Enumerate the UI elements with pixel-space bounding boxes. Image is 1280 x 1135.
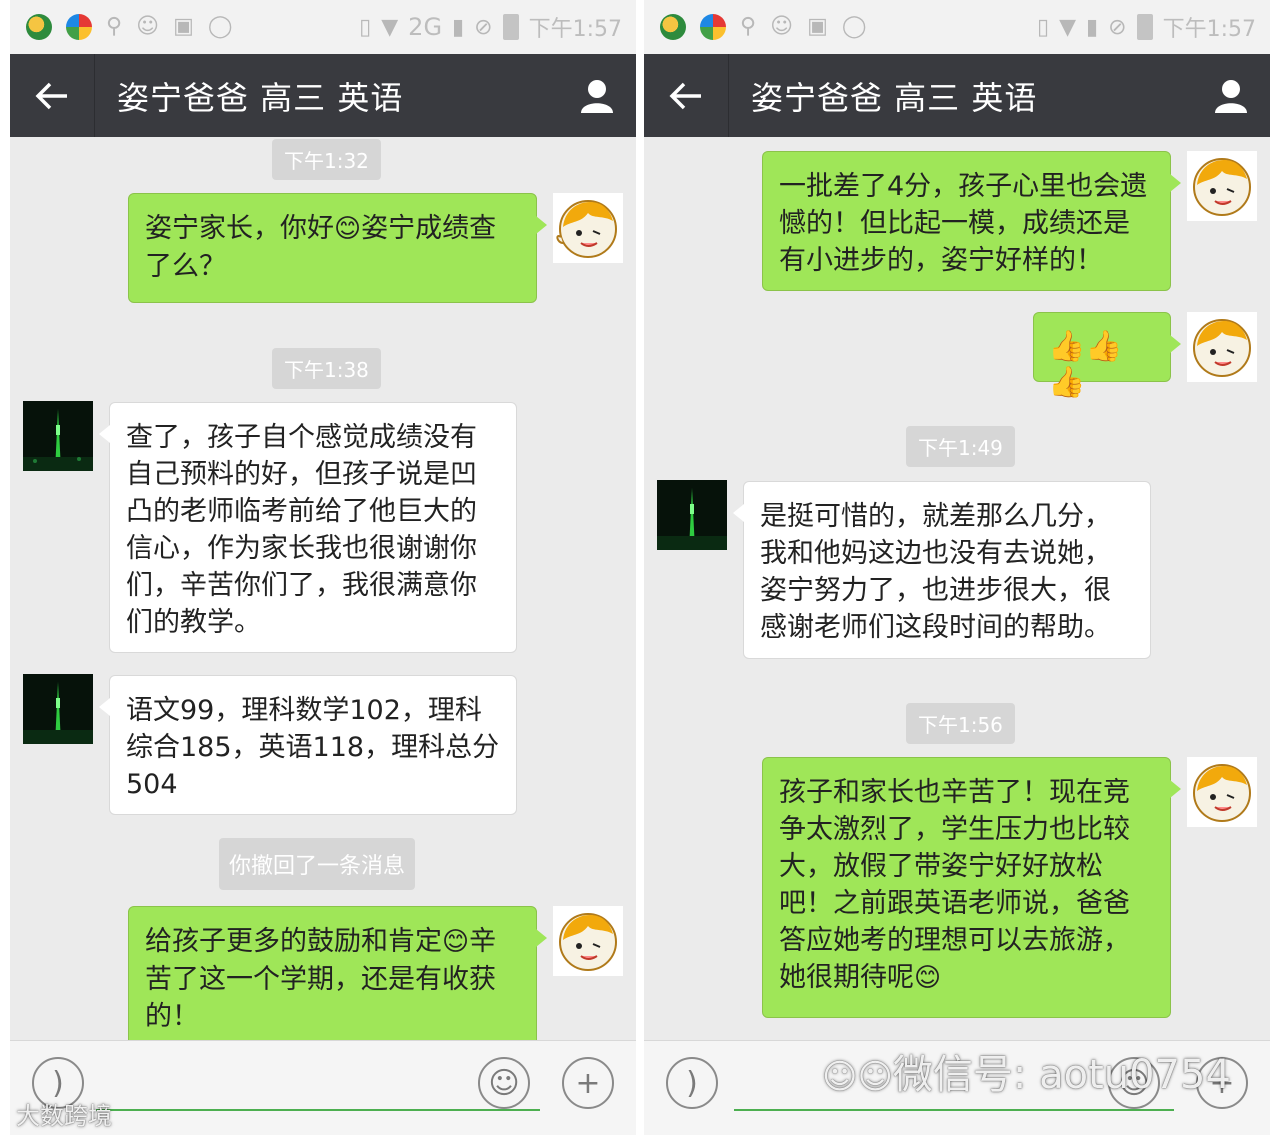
message-bubble-outgoing[interactable]: 一批差了4分，孩子心里也会遗憾的！但比起一模，成绩还是有小进步的，姿宁好样的！ xyxy=(762,151,1181,291)
smile-emoji: 😊 xyxy=(914,963,942,993)
message-text: 姿宁家长，你好 xyxy=(145,213,334,244)
message-input[interactable] xyxy=(96,1109,540,1111)
message-text: 孩子和家长也辛苦了！现在竞争太激烈了，学生压力也比较大，放假了带姿宁好好放松吧！… xyxy=(779,777,1130,993)
search-icon: ⚲ xyxy=(106,14,123,39)
clock: 下午1:57 xyxy=(528,17,622,42)
avatar-teacher[interactable] xyxy=(553,193,623,263)
emoji-button[interactable]: ☺ xyxy=(478,1057,530,1109)
timestamp: 下午1:49 xyxy=(906,426,1015,467)
browser-notification-icon xyxy=(700,14,726,40)
chat-header: 姿宁爸爸 高三 英语 xyxy=(644,54,1270,137)
chat-info-button[interactable] xyxy=(558,54,636,137)
signal-icon: ▮ xyxy=(452,14,465,40)
person-icon xyxy=(581,79,613,113)
network-type: 2G xyxy=(408,13,443,41)
person-icon xyxy=(1215,79,1247,113)
battery-icon xyxy=(1136,14,1153,40)
message-bubble-outgoing[interactable]: 姿宁家长，你好😊姿宁成绩查了么？ xyxy=(128,193,547,303)
avatar-parent[interactable] xyxy=(657,480,727,550)
cartoon-avatar-icon xyxy=(559,913,617,971)
chat-header: 姿宁爸爸 高三 英语 xyxy=(10,54,636,137)
smile-emoji: 😊 xyxy=(334,214,362,244)
voice-icon: ) xyxy=(686,1065,698,1101)
smile-emoji: 😊 xyxy=(442,927,470,957)
chat-screen-right: ⚲ ☺ ▣ ◯ ▯ ▼ ▮ ⊘ 下午1:57 姿宁爸爸 高三 英语 一批差了4分… xyxy=(644,0,1270,1135)
no-sim-icon: ⊘ xyxy=(1108,14,1127,40)
thumbs-up-emoji: 👍👍👍 xyxy=(1048,329,1123,400)
app-notification-icon xyxy=(660,14,686,40)
timestamp: 下午1:56 xyxy=(906,703,1015,744)
smiley-icon: ☺ xyxy=(136,14,160,39)
no-sim-icon: ⊘ xyxy=(474,14,493,40)
app-notification-icon xyxy=(26,14,52,40)
back-button[interactable] xyxy=(10,54,95,137)
avatar-teacher[interactable] xyxy=(553,906,623,976)
wifi-icon: ▼ xyxy=(381,14,399,40)
message-text: 给孩子更多的鼓励和肯定 xyxy=(145,926,442,957)
message-text: 查了，孩子自个感觉成绩没有自己预料的好，但孩子说是凹凸的老师临考前给了他巨大的信… xyxy=(126,422,477,638)
more-button[interactable]: + xyxy=(562,1057,614,1109)
avatar-teacher[interactable] xyxy=(1187,312,1257,382)
message-bubble-outgoing[interactable]: 👍👍👍 xyxy=(1033,312,1181,400)
voice-input-button[interactable]: ) xyxy=(666,1057,718,1109)
vibrate-icon: ▯ xyxy=(1037,14,1050,40)
signal-icon: ▮ xyxy=(1086,14,1099,40)
shield-icon: ◯ xyxy=(841,14,867,39)
message-bubble-incoming[interactable]: 语文99，理科数学102，理科综合185，英语118，理科总分504 xyxy=(99,675,517,815)
chat-title: 姿宁爸爸 高三 英语 xyxy=(117,78,404,117)
clock: 下午1:57 xyxy=(1162,17,1256,42)
wechat-logo-icon: ☺☺ xyxy=(822,1057,893,1097)
plus-icon: + xyxy=(575,1065,601,1101)
cartoon-avatar-icon xyxy=(556,200,617,258)
message-bubble-outgoing[interactable]: 给孩子更多的鼓励和肯定😊辛苦了这一个学期，还是有收获的！ xyxy=(128,906,547,1056)
arrow-left-icon xyxy=(669,82,701,109)
message-text: 是挺可惜的，就差那么几分，我和他妈这边也没有去说她，姿宁努力了，也进步很大，很感… xyxy=(760,501,1111,643)
message-bubble-outgoing[interactable]: 孩子和家长也辛苦了！现在竞争太激烈了，学生压力也比较大，放假了带姿宁好好放松吧！… xyxy=(762,757,1181,1018)
message-bubble-incoming[interactable]: 查了，孩子自个感觉成绩没有自己预料的好，但孩子说是凹凸的老师临考前给了他巨大的信… xyxy=(99,402,517,653)
smiley-face-icon: ☺ xyxy=(488,1065,520,1101)
shield-icon: ◯ xyxy=(207,14,233,39)
arrow-left-icon xyxy=(35,82,67,109)
chat-title: 姿宁爸爸 高三 英语 xyxy=(751,78,1038,117)
battery-icon xyxy=(502,14,519,40)
cartoon-avatar-icon xyxy=(1193,319,1251,377)
avatar-teacher[interactable] xyxy=(1187,151,1257,221)
watermark: ☺☺微信号: aotu0754 xyxy=(822,1052,1231,1098)
image-icon: ▣ xyxy=(807,14,828,39)
night-tower-photo-icon xyxy=(657,480,727,550)
vibrate-icon: ▯ xyxy=(359,14,372,40)
chat-screen-left: ⚲ ☺ ▣ ◯ ▯ ▼ 2G ▮ ⊘ 下午1:57 姿宁爸爸 高三 英语 下午1… xyxy=(10,0,636,1135)
timestamp: 下午1:38 xyxy=(272,348,381,389)
back-button[interactable] xyxy=(644,54,729,137)
recall-notice: 你撤回了一条消息 xyxy=(219,838,416,890)
watermark: 大数跨境 xyxy=(16,1102,112,1130)
status-bar: ⚲ ☺ ▣ ◯ ▯ ▼ ▮ ⊘ 下午1:57 xyxy=(644,0,1270,54)
avatar-parent[interactable] xyxy=(23,674,93,744)
night-tower-photo-icon xyxy=(23,401,93,471)
avatar-parent[interactable] xyxy=(23,401,93,471)
night-tower-photo-icon xyxy=(23,674,93,744)
cartoon-avatar-icon xyxy=(1193,764,1251,822)
message-input[interactable] xyxy=(734,1109,1174,1111)
avatar-teacher[interactable] xyxy=(1187,757,1257,827)
message-text: 一批差了4分，孩子心里也会遗憾的！但比起一模，成绩还是有小进步的，姿宁好样的！ xyxy=(779,171,1148,276)
message-text: 语文99，理科数学102，理科综合185，英语118，理科总分504 xyxy=(126,695,500,800)
cartoon-avatar-icon xyxy=(1193,158,1251,216)
search-icon: ⚲ xyxy=(740,14,757,39)
smiley-icon: ☺ xyxy=(770,14,794,39)
timestamp: 下午1:32 xyxy=(272,139,381,180)
chat-info-button[interactable] xyxy=(1192,54,1270,137)
status-bar: ⚲ ☺ ▣ ◯ ▯ ▼ 2G ▮ ⊘ 下午1:57 xyxy=(10,0,636,54)
browser-notification-icon xyxy=(66,14,92,40)
message-bubble-incoming[interactable]: 是挺可惜的，就差那么几分，我和他妈这边也没有去说她，姿宁努力了，也进步很大，很感… xyxy=(733,481,1151,659)
image-icon: ▣ xyxy=(173,14,194,39)
wifi-icon: ▼ xyxy=(1059,14,1077,40)
